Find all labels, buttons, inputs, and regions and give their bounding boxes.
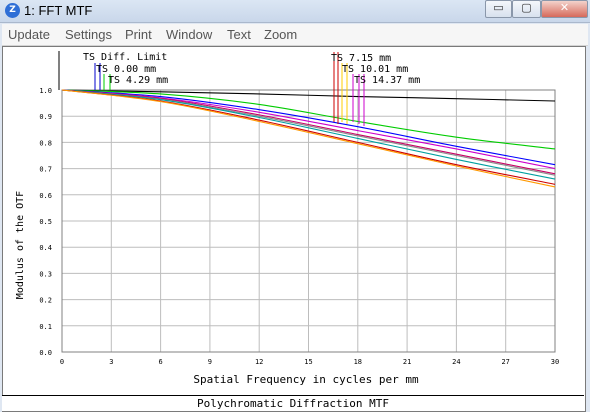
menu-text[interactable]: Text [227, 27, 251, 42]
y-tick-label: 0.3 [39, 270, 52, 278]
x-tick-label: 30 [551, 358, 559, 366]
window-title: 1: FFT MTF [24, 3, 93, 18]
legend-label: TS 0.00 mm [96, 64, 156, 75]
legend-label: TS 10.01 mm [342, 64, 408, 75]
y-tick-label: 0.9 [39, 113, 52, 121]
x-tick-label: 3 [109, 358, 113, 366]
y-axis-label: Modulus of the OTF [15, 191, 26, 299]
minimize-button[interactable]: ▭ [485, 0, 512, 18]
menu-update[interactable]: Update [8, 27, 50, 42]
x-tick-label: 15 [304, 358, 312, 366]
close-button[interactable]: ✕ [541, 0, 588, 18]
y-tick-label: 0.5 [39, 218, 52, 226]
x-tick-label: 6 [158, 358, 162, 366]
menu-zoom[interactable]: Zoom [264, 27, 297, 42]
x-tick-label: 0 [60, 358, 64, 366]
legend-label: TS 7.15 mm [331, 53, 391, 64]
x-tick-label: 12 [255, 358, 263, 366]
y-tick-label: 0.7 [39, 166, 52, 174]
x-tick-label: 21 [403, 358, 411, 366]
plot-area: 0 3 6 9 12 15 18 21 24 27 30 0.0 0.1 0.2 0.3 0.4 0.5 0.6 0… [2, 46, 586, 412]
menu-window[interactable]: Window [166, 27, 212, 42]
y-tick-label: 1.0 [39, 87, 52, 95]
zemax-logo-icon: Z [5, 3, 20, 18]
x-tick-label: 27 [501, 358, 509, 366]
chart-legend: TS Diff. LimitTS 0.00 mmTS 4.29 mm TS 7.1… [58, 51, 420, 126]
y-tick-label: 0.1 [39, 323, 52, 331]
x-tick-label: 24 [452, 358, 460, 366]
title-bar: Z 1: FFT MTF ▭ ▢ ✕ [0, 0, 590, 23]
y-tick-label: 0.8 [39, 139, 52, 147]
x-axis-label: Spatial Frequency in cycles per mm [193, 373, 419, 386]
legend-label: TS 14.37 mm [354, 75, 420, 86]
y-tick-label: 0.0 [39, 349, 52, 357]
legend-label: TS Diff. Limit [83, 52, 167, 63]
legend-label: TS 4.29 mm [108, 75, 168, 86]
x-tick-label: 9 [208, 358, 212, 366]
mtf-chart: 0 3 6 9 12 15 18 21 24 27 30 0.0 0.1 0.2 0.3 0.4 0.5 0.6 0… [15, 51, 559, 386]
menu-print[interactable]: Print [125, 27, 152, 42]
chart-grid [61, 89, 556, 353]
menu-settings[interactable]: Settings [65, 27, 112, 42]
app-window: Z 1: FFT MTF ▭ ▢ ✕ Update Settings Print… [0, 0, 590, 412]
y-tick-label: 0.6 [39, 192, 52, 200]
y-tick-label: 0.4 [39, 244, 52, 252]
y-tick-label: 0.2 [39, 297, 52, 305]
menu-bar: Update Settings Print Window Text Zoom [2, 24, 588, 46]
maximize-button[interactable]: ▢ [512, 0, 541, 18]
chart-caption: Polychromatic Diffraction MTF [196, 397, 390, 410]
x-tick-label: 18 [354, 358, 362, 366]
footer-bar: Polychromatic Diffraction MTF [2, 395, 584, 411]
